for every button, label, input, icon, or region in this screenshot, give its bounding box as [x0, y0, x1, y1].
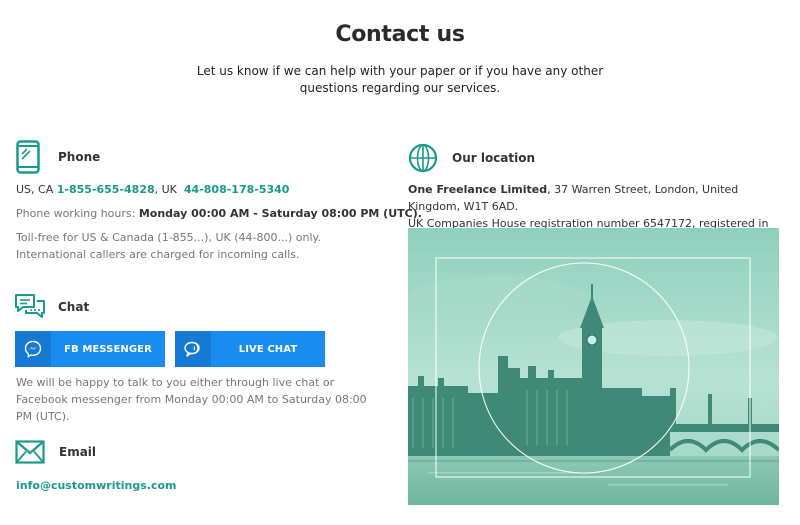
hours-prefix: Phone working hours:	[16, 207, 136, 220]
location-heading: Our location	[452, 151, 536, 165]
london-photo	[408, 228, 779, 505]
phone-hours: Phone working hours: Monday 00:00 AM - S…	[16, 205, 422, 222]
live-chat-label: LIVE CHAT	[238, 343, 298, 355]
tollfree-note: Toll-free for US & Canada (1-855...), UK…	[16, 231, 321, 261]
page-subtitle: Let us know if we can help with your pap…	[196, 64, 604, 95]
envelope-icon	[15, 440, 45, 464]
email-heading: Email	[59, 445, 97, 459]
phone-numbers: US, CA 1-855-655-4828, UK 44-808-178-534…	[16, 181, 289, 198]
chat-heading: Chat	[58, 300, 90, 314]
messenger-icon	[15, 331, 51, 367]
live-chat-icon	[175, 331, 211, 367]
us-label: US, CA	[16, 183, 54, 196]
chat-section-header: Chat	[14, 293, 89, 321]
email-row: info@customwritings.com	[16, 477, 176, 494]
live-chat-button[interactable]: LIVE CHAT	[175, 331, 325, 367]
us-phone-link[interactable]: 1-855-655-4828	[57, 183, 155, 196]
uk-phone-link[interactable]: 44-808-178-5340	[184, 183, 290, 196]
email-link[interactable]: info@customwritings.com	[16, 479, 176, 492]
chat-bubbles-icon	[14, 293, 46, 321]
email-section-header: Email	[15, 440, 96, 464]
company-name: One Freelance Limited	[408, 183, 548, 196]
location-section-header: Our location	[408, 143, 535, 173]
page-title: Contact us	[335, 22, 465, 47]
uk-label: , UK	[154, 183, 177, 196]
globe-icon	[408, 143, 438, 173]
fb-messenger-label: FB MESSENGER	[64, 343, 152, 355]
phone-heading: Phone	[58, 150, 101, 164]
phone-section-header: Phone	[16, 140, 100, 174]
phone-icon	[16, 140, 40, 174]
fb-messenger-button[interactable]: FB MESSENGER	[15, 331, 165, 367]
chat-note: We will be happy to talk to you either t…	[16, 376, 367, 423]
hours-value: Monday 00:00 AM - Saturday 08:00 PM (UTC…	[138, 207, 422, 220]
